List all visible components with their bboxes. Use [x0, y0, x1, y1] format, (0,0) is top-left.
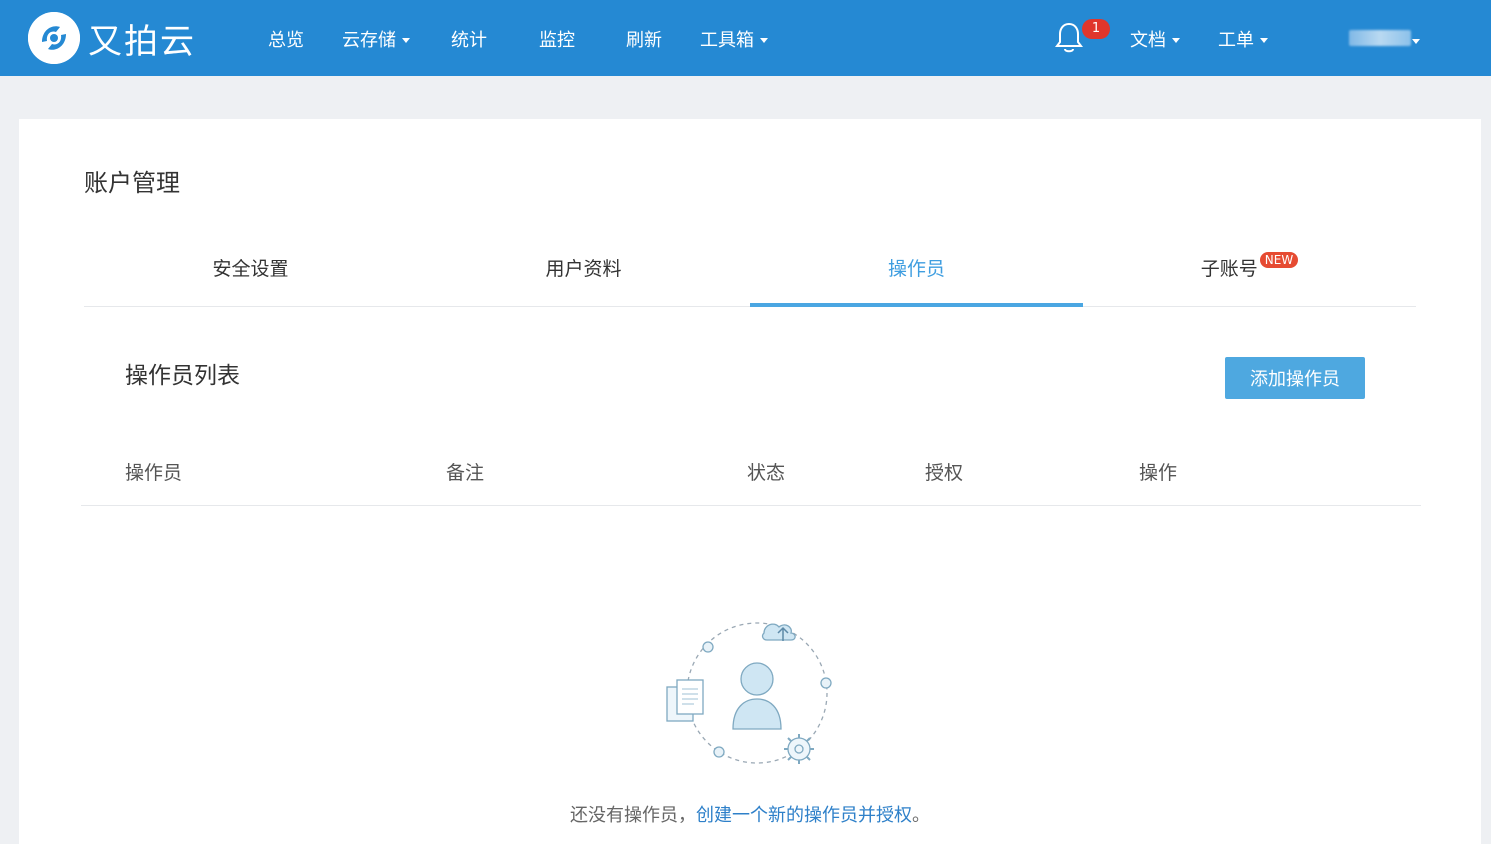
chevron-down-icon: [402, 37, 410, 43]
nav-overview-label: 总览: [268, 30, 304, 51]
nav-tickets-label: 工单: [1218, 30, 1254, 51]
chevron-down-icon: [1260, 37, 1268, 43]
logo[interactable]: 又拍云: [28, 12, 196, 64]
nav-docs-label: 文档: [1130, 30, 1166, 51]
nav-overview[interactable]: 总览: [268, 26, 304, 52]
tab-profile-label: 用户资料: [545, 258, 622, 280]
page-title: 账户管理: [84, 169, 180, 197]
column-header-authorization: 授权: [925, 462, 964, 484]
nav-refresh[interactable]: 刷新: [626, 26, 662, 52]
nav-docs[interactable]: 文档: [1130, 26, 1180, 52]
empty-state-text: 还没有操作员，: [570, 805, 696, 826]
nav-tickets[interactable]: 工单: [1218, 26, 1268, 52]
top-navbar: 又拍云 总览 云存储 统计 监控 刷新 工具箱 1 文档 工单: [0, 0, 1491, 76]
column-header-status: 状态: [747, 462, 786, 484]
main-card: 账户管理 安全设置 用户资料 操作员 子账号 NEW 操作员列表 添加操作员 操…: [19, 119, 1481, 844]
user-menu[interactable]: [1349, 30, 1411, 46]
chevron-down-icon: [760, 37, 768, 43]
nav-cloud-storage-label: 云存储: [342, 30, 396, 51]
create-operator-link[interactable]: 创建一个新的操作员并授权: [696, 805, 912, 826]
column-header-remark: 备注: [446, 462, 485, 484]
tab-profile[interactable]: 用户资料: [417, 229, 750, 306]
nav-monitor-label: 监控: [539, 30, 575, 51]
account-tabs: 安全设置 用户资料 操作员 子账号 NEW: [84, 229, 1416, 307]
nav-refresh-label: 刷新: [626, 30, 662, 51]
bell-icon[interactable]: [1054, 21, 1084, 55]
nav-toolbox[interactable]: 工具箱: [700, 26, 768, 52]
tab-subaccounts-label: 子账号: [1200, 258, 1258, 280]
nav-stats[interactable]: 统计: [451, 26, 487, 52]
section-title: 操作员列表: [125, 363, 240, 389]
chevron-down-icon: [1412, 39, 1420, 44]
tab-operators[interactable]: 操作员: [750, 229, 1083, 307]
add-operator-button[interactable]: 添加操作员: [1225, 357, 1365, 399]
table-header: 操作员 备注 状态 授权 操作: [81, 434, 1421, 506]
chevron-down-icon: [1172, 37, 1180, 43]
tab-security[interactable]: 安全设置: [84, 229, 417, 306]
empty-state-end: 。: [912, 805, 930, 826]
logo-icon: [28, 12, 80, 64]
nav-cloud-storage[interactable]: 云存储: [342, 26, 410, 52]
empty-state-illustration: [659, 607, 839, 772]
empty-state-message: 还没有操作员，创建一个新的操作员并授权。: [19, 801, 1481, 827]
nav-toolbox-label: 工具箱: [700, 30, 754, 51]
tab-subaccounts[interactable]: 子账号 NEW: [1083, 229, 1416, 306]
column-header-operator: 操作员: [125, 462, 183, 484]
notification-badge: 1: [1082, 19, 1110, 39]
column-header-actions: 操作: [1139, 462, 1178, 484]
new-badge: NEW: [1259, 251, 1299, 268]
tab-security-label: 安全设置: [212, 258, 289, 280]
nav-stats-label: 统计: [451, 30, 487, 51]
tab-operators-label: 操作员: [887, 258, 945, 280]
nav-monitor[interactable]: 监控: [539, 26, 575, 52]
logo-text: 又拍云: [88, 21, 196, 62]
